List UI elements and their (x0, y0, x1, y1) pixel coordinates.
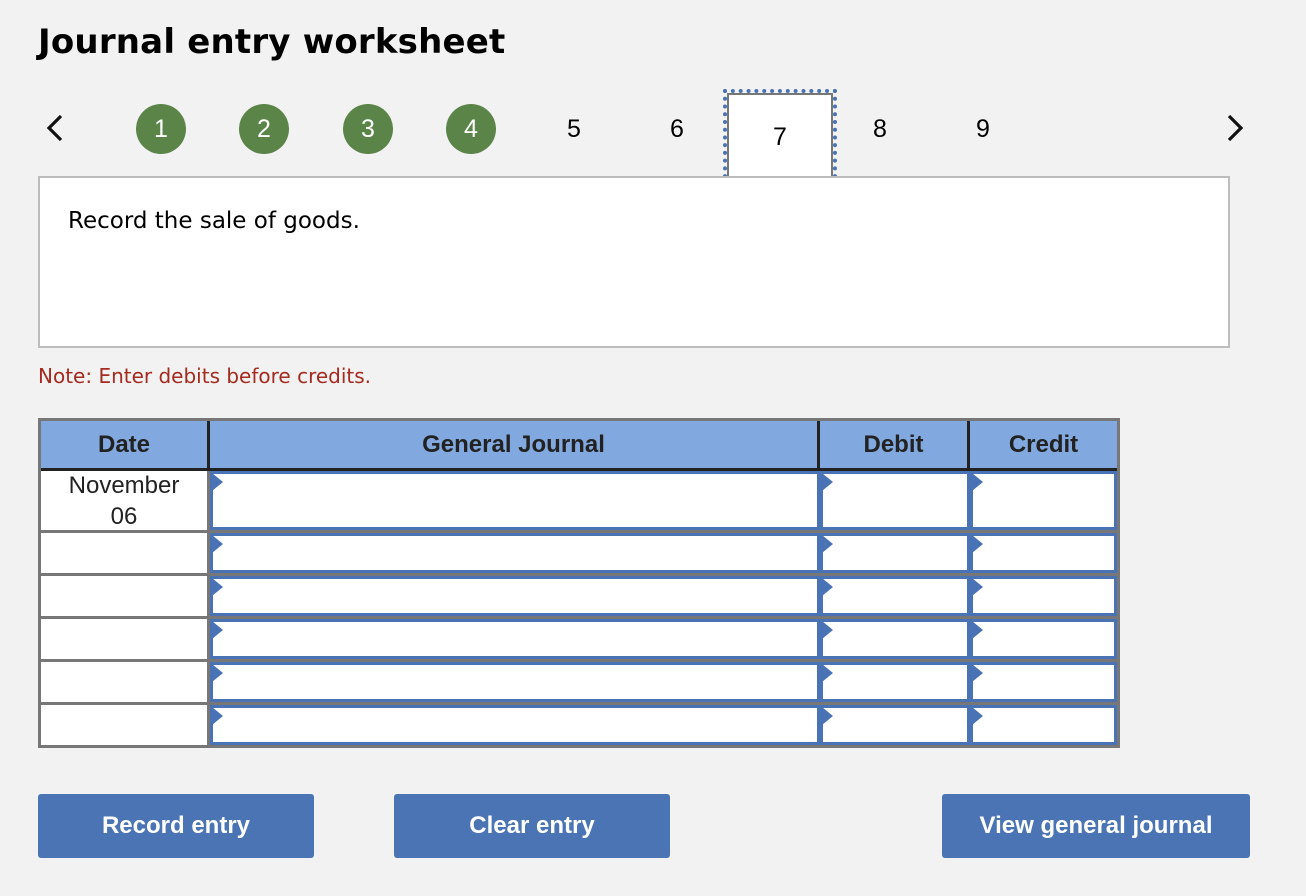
clear-entry-button[interactable]: Clear entry (394, 794, 670, 858)
chevron-right-icon (1227, 114, 1244, 142)
dropdown-flag-icon[interactable] (972, 578, 983, 596)
account-cell (210, 533, 820, 573)
dropdown-flag-icon[interactable] (822, 473, 833, 491)
debit-cell (820, 576, 970, 616)
journal-header-row: Date General Journal Debit Credit (41, 421, 1117, 471)
debit-cell (820, 619, 970, 659)
debit-input[interactable] (823, 665, 967, 699)
date-month: November (68, 471, 180, 499)
date-day: 06 (110, 502, 138, 530)
account-input[interactable] (213, 579, 817, 613)
credit-input[interactable] (973, 474, 1114, 527)
journal-row (41, 616, 1117, 659)
journal-row (41, 659, 1117, 702)
credit-cell (970, 662, 1117, 702)
dropdown-flag-icon[interactable] (972, 473, 983, 491)
column-header-general-journal: General Journal (210, 421, 820, 468)
journal-row (41, 702, 1117, 745)
journal-table: Date General Journal Debit Credit Novemb… (38, 418, 1120, 748)
debit-cell (820, 533, 970, 573)
next-step-button[interactable] (1220, 108, 1250, 148)
column-header-debit: Debit (820, 421, 970, 468)
credit-cell (970, 471, 1117, 530)
date-cell (41, 619, 210, 659)
account-cell (210, 662, 820, 702)
journal-row (41, 530, 1117, 573)
credit-cell (970, 533, 1117, 573)
record-entry-button[interactable]: Record entry (38, 794, 314, 858)
previous-step-button[interactable] (40, 108, 70, 148)
dropdown-flag-icon[interactable] (212, 621, 223, 639)
dropdown-flag-icon[interactable] (212, 578, 223, 596)
dropdown-flag-icon[interactable] (212, 473, 223, 491)
credit-input[interactable] (973, 708, 1114, 742)
date-cell (41, 705, 210, 745)
dropdown-flag-icon[interactable] (822, 535, 833, 553)
dropdown-flag-icon[interactable] (972, 621, 983, 639)
debit-input[interactable] (823, 474, 967, 527)
debit-input[interactable] (823, 579, 967, 613)
dropdown-flag-icon[interactable] (212, 664, 223, 682)
instruction-text: Record the sale of goods. (68, 208, 360, 234)
credit-input[interactable] (973, 579, 1114, 613)
view-general-journal-button[interactable]: View general journal (942, 794, 1250, 858)
step-9[interactable]: 9 (958, 104, 1008, 154)
account-input[interactable] (213, 622, 817, 656)
dropdown-flag-icon[interactable] (212, 535, 223, 553)
account-cell (210, 619, 820, 659)
step-8[interactable]: 8 (855, 104, 905, 154)
instruction-panel: Record the sale of goods. (38, 176, 1230, 348)
chevron-left-icon (46, 114, 63, 142)
account-input[interactable] (213, 536, 817, 570)
step-7-current[interactable]: 7 (723, 89, 837, 186)
dropdown-flag-icon[interactable] (822, 578, 833, 596)
column-header-credit: Credit (1008, 430, 1079, 458)
dropdown-flag-icon[interactable] (822, 621, 833, 639)
debit-cell (820, 662, 970, 702)
dropdown-flag-icon[interactable] (972, 707, 983, 725)
account-input[interactable] (213, 708, 817, 742)
journal-row (41, 573, 1117, 616)
dropdown-flag-icon[interactable] (822, 664, 833, 682)
date-cell: November 06 (41, 471, 210, 530)
step-6[interactable]: 6 (652, 104, 702, 154)
dropdown-flag-icon[interactable] (212, 707, 223, 725)
step-1[interactable]: 1 (136, 104, 186, 154)
credit-cell (970, 705, 1117, 745)
step-2[interactable]: 2 (239, 104, 289, 154)
credit-input[interactable] (973, 622, 1114, 656)
note-text: Note: Enter debits before credits. (38, 364, 372, 388)
date-cell (41, 576, 210, 616)
debit-cell (820, 471, 970, 530)
credit-input[interactable] (973, 536, 1114, 570)
dropdown-flag-icon[interactable] (972, 535, 983, 553)
account-input[interactable] (213, 665, 817, 699)
column-header-date: Date (41, 421, 210, 468)
credit-input[interactable] (973, 665, 1114, 699)
dropdown-flag-icon[interactable] (972, 664, 983, 682)
step-5[interactable]: 5 (549, 104, 599, 154)
step-3[interactable]: 3 (343, 104, 393, 154)
credit-cell (970, 576, 1117, 616)
date-cell (41, 662, 210, 702)
credit-cell (970, 619, 1117, 659)
debit-input[interactable] (823, 536, 967, 570)
dropdown-flag-icon[interactable] (822, 707, 833, 725)
account-cell (210, 471, 820, 530)
account-input[interactable] (213, 474, 817, 527)
step-4[interactable]: 4 (446, 104, 496, 154)
journal-body: November 06 (41, 471, 1117, 745)
journal-row: November 06 (41, 471, 1117, 530)
debit-cell (820, 705, 970, 745)
page-title: Journal entry worksheet (38, 22, 506, 62)
account-cell (210, 576, 820, 616)
debit-input[interactable] (823, 622, 967, 656)
date-cell (41, 533, 210, 573)
account-cell (210, 705, 820, 745)
debit-input[interactable] (823, 708, 967, 742)
